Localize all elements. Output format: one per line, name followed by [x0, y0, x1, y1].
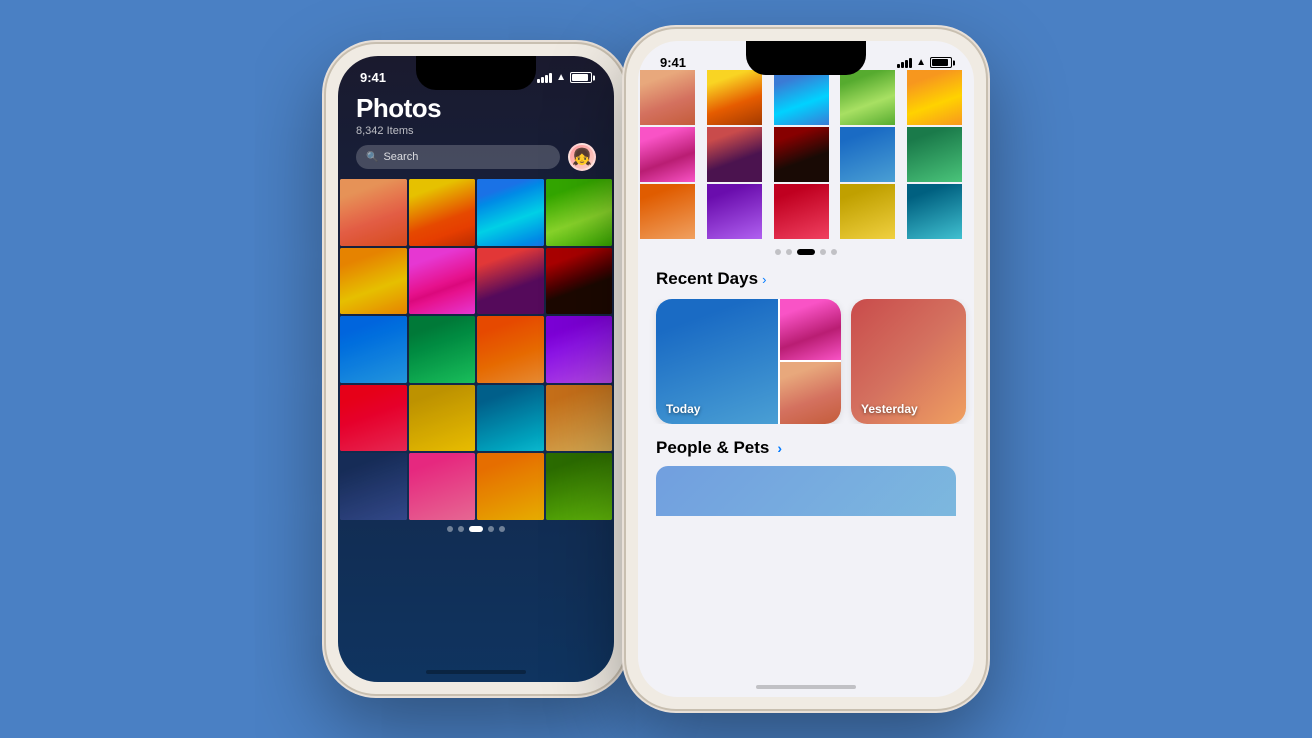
- people-pets-title: People & Pets ›: [656, 438, 956, 458]
- top-photo[interactable]: [707, 127, 762, 182]
- signal-icon-right: [897, 58, 912, 68]
- photo-cell[interactable]: [477, 179, 544, 246]
- left-screen: 9:41 ▲ Photos 8,342 Items 🔍: [338, 56, 614, 682]
- people-pets-section: People & Pets ›: [638, 424, 974, 462]
- top-photo[interactable]: [774, 184, 829, 239]
- home-indicator[interactable]: [426, 670, 526, 674]
- top-photo[interactable]: [907, 184, 962, 239]
- top-photo[interactable]: [840, 127, 895, 182]
- carousel-dot-active[interactable]: [797, 249, 815, 255]
- today-label: Today: [666, 402, 700, 416]
- indicator-dot-active[interactable]: [469, 526, 483, 532]
- photo-cell[interactable]: [477, 453, 544, 520]
- recent-days-header: Recent Days ›: [638, 265, 974, 299]
- battery-icon: [570, 72, 592, 83]
- left-iphone: 9:41 ▲ Photos 8,342 Items 🔍: [326, 44, 626, 694]
- carousel-dot[interactable]: [831, 249, 837, 255]
- wifi-icon-right: ▲: [916, 57, 926, 68]
- top-photo[interactable]: [707, 184, 762, 239]
- wifi-icon: ▲: [556, 72, 566, 83]
- time: 9:41: [360, 70, 386, 85]
- today-card[interactable]: Today: [656, 299, 841, 424]
- indicator-dot[interactable]: [447, 526, 453, 532]
- bottom-preview-photo: [656, 466, 956, 516]
- photo-cell[interactable]: [340, 385, 407, 452]
- avatar[interactable]: 👧: [568, 143, 596, 171]
- people-chevron-icon[interactable]: ›: [777, 440, 782, 456]
- search-label: Search: [383, 151, 418, 163]
- carousel-dot[interactable]: [820, 249, 826, 255]
- photo-cell[interactable]: [409, 179, 476, 246]
- search-row: 🔍 Search 👧: [356, 143, 596, 171]
- carousel-indicators: [638, 239, 974, 265]
- right-iphone: 9:41 ▲: [626, 29, 986, 709]
- search-bar[interactable]: 🔍 Search: [356, 145, 560, 169]
- page-indicators: [338, 520, 614, 538]
- notch: [746, 41, 866, 75]
- photo-cell[interactable]: [409, 316, 476, 383]
- recent-days-title: Recent Days: [656, 269, 758, 289]
- top-photo[interactable]: [774, 127, 829, 182]
- indicator-dot[interactable]: [488, 526, 494, 532]
- top-photo[interactable]: [640, 184, 695, 239]
- photo-cell[interactable]: [546, 316, 613, 383]
- photo-cell[interactable]: [477, 248, 544, 315]
- photos-title: Photos: [356, 93, 596, 124]
- photo-cell[interactable]: [340, 248, 407, 315]
- top-photo[interactable]: [907, 70, 962, 125]
- photo-cell[interactable]: [546, 385, 613, 452]
- photo-grid: [338, 179, 614, 520]
- right-screen: 9:41 ▲: [638, 41, 974, 697]
- photo-cell[interactable]: [409, 385, 476, 452]
- photo-cell[interactable]: [546, 453, 613, 520]
- photo-cell[interactable]: [340, 316, 407, 383]
- top-photo[interactable]: [840, 184, 895, 239]
- home-indicator-right[interactable]: [756, 685, 856, 689]
- time-right: 9:41: [660, 55, 686, 70]
- recent-days-scroll: Today Yesterday: [638, 299, 974, 424]
- top-photo[interactable]: [640, 70, 695, 125]
- status-icons: ▲: [537, 72, 592, 83]
- photo-cell[interactable]: [477, 316, 544, 383]
- photo-cell[interactable]: [477, 385, 544, 452]
- battery-icon-right: [930, 57, 952, 68]
- search-icon: 🔍: [366, 152, 378, 163]
- top-photo[interactable]: [907, 127, 962, 182]
- photo-cell[interactable]: [409, 453, 476, 520]
- notch: [416, 56, 536, 90]
- carousel-dot[interactable]: [786, 249, 792, 255]
- chevron-icon[interactable]: ›: [762, 272, 766, 287]
- photos-header: Photos 8,342 Items 🔍 Search 👧: [338, 85, 614, 179]
- yesterday-card[interactable]: Yesterday: [851, 299, 966, 424]
- photos-count: 8,342 Items: [356, 125, 596, 137]
- photo-cell[interactable]: [546, 179, 613, 246]
- photo-cell[interactable]: [340, 179, 407, 246]
- carousel-dot[interactable]: [775, 249, 781, 255]
- yesterday-label: Yesterday: [861, 402, 918, 416]
- top-photo-grid: [638, 70, 974, 239]
- photo-cell[interactable]: [340, 453, 407, 520]
- top-photo[interactable]: [640, 127, 695, 182]
- indicator-dot[interactable]: [499, 526, 505, 532]
- photo-cell[interactable]: [409, 248, 476, 315]
- top-photo[interactable]: [840, 70, 895, 125]
- photo-cell[interactable]: [546, 248, 613, 315]
- top-photo[interactable]: [707, 70, 762, 125]
- top-photo[interactable]: [774, 70, 829, 125]
- status-icons-right: ▲: [897, 57, 952, 68]
- signal-icon: [537, 73, 552, 83]
- indicator-dot[interactable]: [458, 526, 464, 532]
